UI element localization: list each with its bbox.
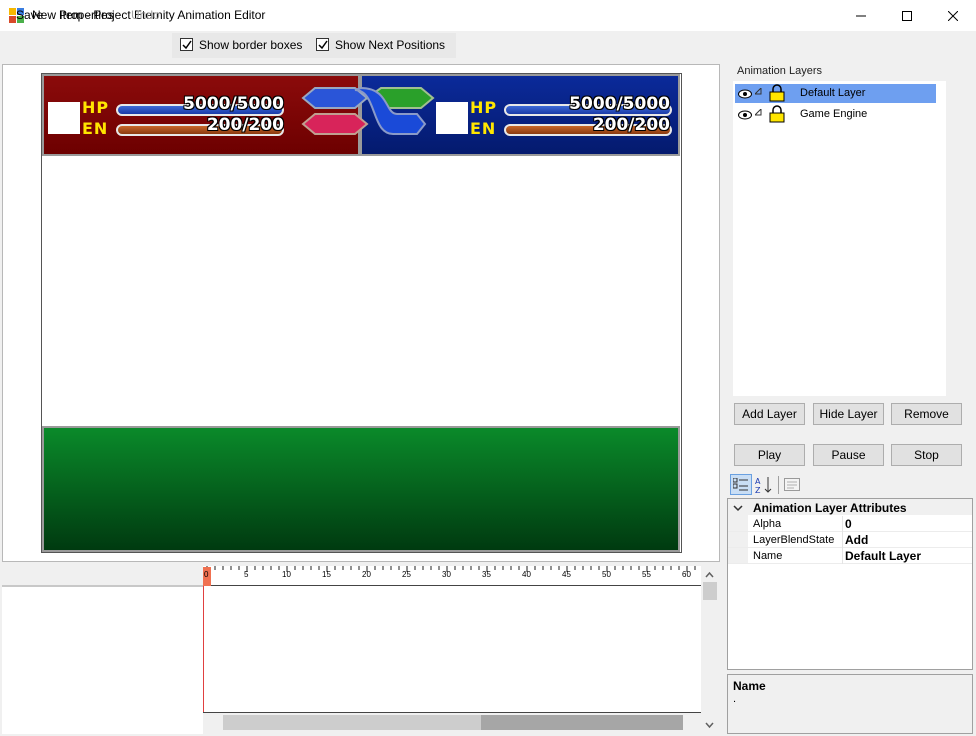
eye-icon[interactable]	[738, 110, 752, 120]
animation-layers-group-title: Animation Layers	[736, 65, 823, 77]
hud-panel-bottom	[42, 426, 680, 552]
description-text: .	[733, 693, 737, 705]
svg-text:A: A	[755, 477, 761, 486]
checkmark-icon	[182, 40, 192, 50]
alphabetical-view-button[interactable]: A Z	[753, 474, 775, 495]
portrait-left	[48, 102, 80, 134]
checkmark-icon	[318, 40, 328, 50]
hp-label-right: HP	[470, 98, 498, 117]
pause-button[interactable]: Pause	[813, 444, 884, 466]
close-button[interactable]	[930, 0, 976, 31]
layer-row-game-engine[interactable]: Game Engine	[735, 105, 936, 124]
lock-open-icon[interactable]	[769, 84, 785, 102]
ruler-label: 60	[682, 570, 691, 579]
property-value-layerblendstate[interactable]: Add	[845, 533, 868, 547]
hp-value-right: 5000/5000	[569, 94, 670, 114]
scroll-down-icon	[705, 722, 714, 729]
en-value-left: 200/200	[206, 115, 284, 135]
property-value-name[interactable]: Default Layer	[845, 549, 921, 563]
property-row-divider	[728, 531, 972, 532]
ruler-label: 55	[642, 570, 651, 579]
property-pages-icon	[784, 478, 800, 491]
svg-text:Z: Z	[755, 486, 761, 494]
scroll-up-icon	[705, 571, 714, 578]
save-menu-item[interactable]: Save	[16, 8, 43, 22]
property-category-label: Animation Layer Attributes	[753, 501, 907, 515]
layer-name: Default Layer	[800, 87, 866, 99]
layers-list[interactable]	[733, 81, 946, 396]
minimize-icon	[856, 15, 866, 16]
property-name-layerblendstate[interactable]: LayerBlendState	[753, 534, 834, 546]
portrait-right	[436, 102, 468, 134]
property-grid-margin	[728, 515, 748, 563]
minimize-button[interactable]	[838, 0, 884, 31]
ruler-label: 40	[522, 570, 531, 579]
property-row-divider	[728, 547, 972, 548]
layer-row-default[interactable]: Default Layer	[735, 84, 936, 103]
lock-open-icon[interactable]	[769, 105, 785, 123]
ruler-label: 45	[562, 570, 571, 579]
ruler-label: 30	[442, 570, 451, 579]
hp-label-left: HP	[82, 98, 110, 117]
en-label-right: EN	[470, 119, 497, 138]
description-title: Name	[733, 679, 766, 693]
en-value-right: 200/200	[592, 115, 670, 135]
toolbar-separator	[778, 476, 779, 494]
show-next-positions-checkbox[interactable]	[316, 38, 329, 51]
ruler-ticks	[206, 566, 696, 572]
ruler-label: 50	[602, 570, 611, 579]
property-name-name[interactable]: Name	[753, 550, 782, 562]
horizontal-scroll-track[interactable]	[223, 715, 481, 730]
categorized-view-button[interactable]	[730, 474, 752, 495]
timeline-ruler[interactable]: 5 10 15 20 25 30 35 40 45 50 55 60	[203, 566, 701, 586]
property-row-divider	[728, 563, 972, 564]
timeline-track-list[interactable]	[2, 586, 203, 734]
menu-bar	[0, 31, 976, 60]
ruler-label: 35	[482, 570, 491, 579]
hide-layer-button[interactable]: Hide Layer	[813, 403, 884, 425]
ruler-label: 10	[282, 570, 291, 579]
remove-layer-button[interactable]: Remove	[891, 403, 962, 425]
hud-center-ornament-icon	[301, 86, 435, 135]
show-next-positions-label[interactable]: Show Next Positions	[335, 38, 445, 52]
expand-triangle-icon[interactable]	[755, 88, 763, 96]
show-border-boxes-checkbox[interactable]	[180, 38, 193, 51]
ruler-label-0: 0	[204, 570, 209, 579]
property-pages-button[interactable]	[783, 476, 801, 494]
show-border-boxes-label[interactable]: Show border boxes	[199, 38, 302, 52]
close-icon	[948, 10, 958, 21]
collapse-chevron-icon[interactable]	[733, 503, 743, 513]
properties-menu-item[interactable]: Properties	[59, 8, 114, 22]
undo-menu-item[interactable]: Undo	[131, 8, 160, 22]
hp-value-left: 5000/5000	[183, 94, 284, 114]
ruler-label: 5	[244, 570, 249, 579]
sort-az-icon: A Z	[755, 477, 772, 494]
vertical-scroll-thumb[interactable]	[703, 582, 717, 600]
timeline-grid[interactable]	[203, 586, 701, 712]
property-value-alpha[interactable]: 0	[845, 517, 852, 531]
layer-name: Game Engine	[800, 108, 868, 120]
ruler-label: 25	[402, 570, 411, 579]
maximize-icon	[902, 10, 912, 21]
expand-triangle-icon[interactable]	[755, 109, 763, 117]
maximize-button[interactable]	[884, 0, 930, 31]
en-label-left: EN	[82, 119, 109, 138]
property-name-alpha[interactable]: Alpha	[753, 518, 781, 530]
property-column-divider	[842, 516, 843, 564]
categorized-icon	[733, 478, 748, 491]
property-description-pane: Name .	[727, 674, 973, 734]
eye-icon[interactable]	[738, 89, 752, 99]
ruler-label: 15	[322, 570, 331, 579]
ruler-label: 20	[362, 570, 371, 579]
horizontal-scroll-thumb[interactable]	[481, 715, 683, 730]
stop-button[interactable]: Stop	[891, 444, 962, 466]
add-layer-button[interactable]: Add Layer	[734, 403, 805, 425]
play-button[interactable]: Play	[734, 444, 805, 466]
